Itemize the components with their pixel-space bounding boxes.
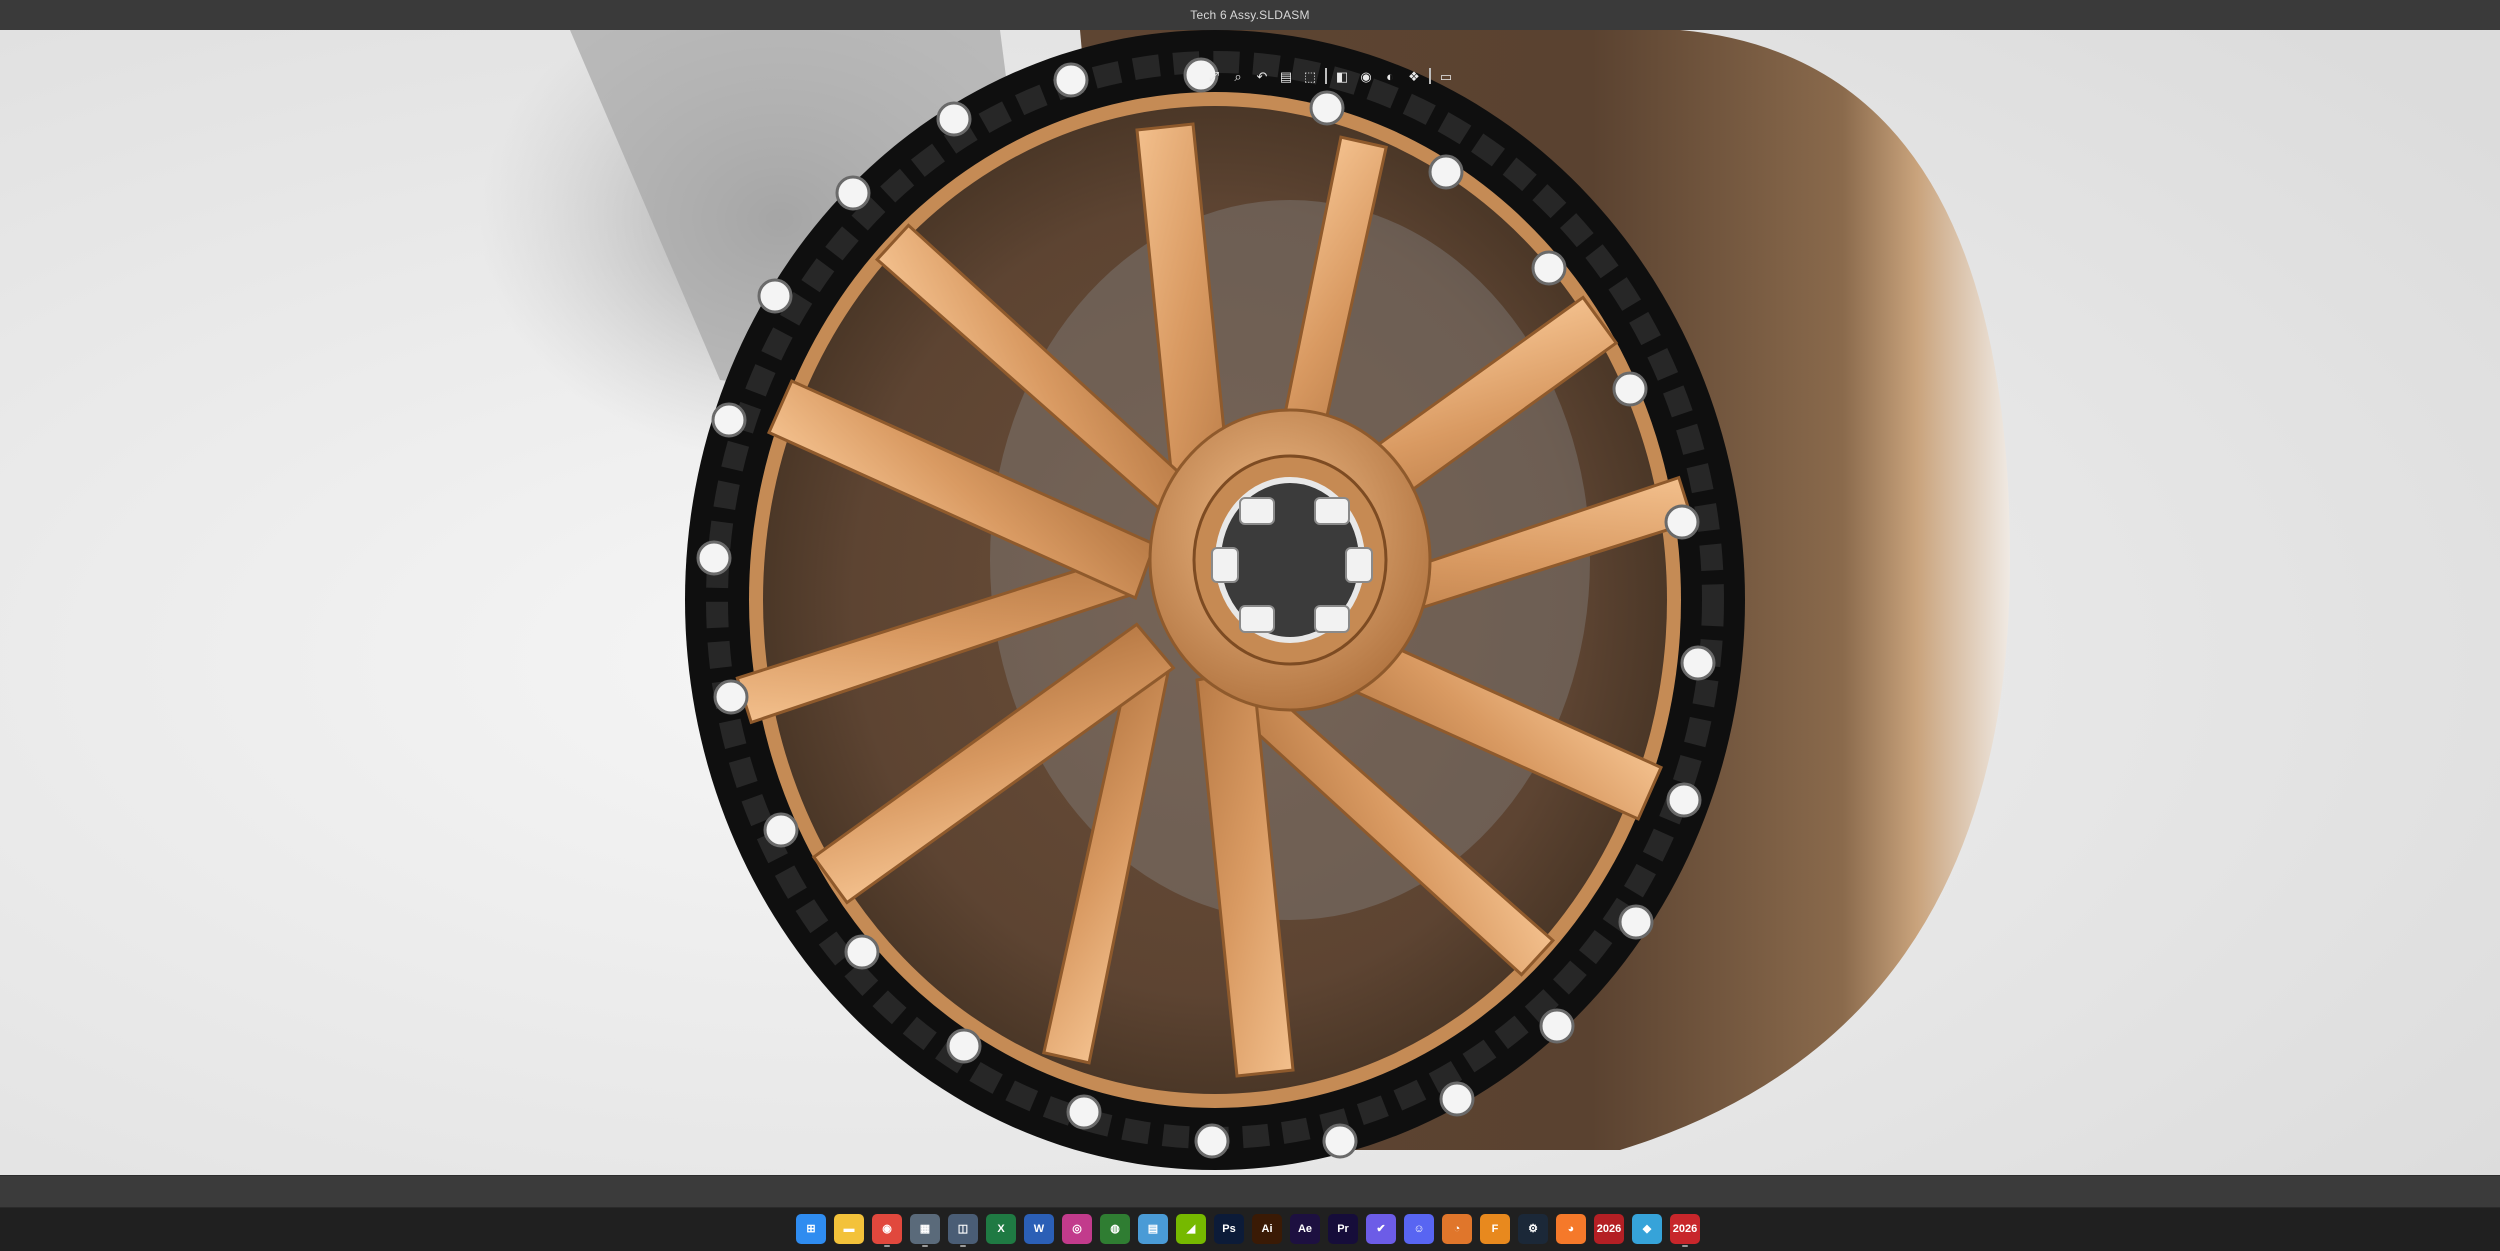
excel-label: X <box>997 1222 1005 1235</box>
start-label: ⊞ <box>806 1222 816 1235</box>
solidworks-2026-active-icon[interactable]: 2026 <box>1670 1214 1700 1247</box>
chrome-icon[interactable]: ◉ <box>872 1214 902 1247</box>
display-style-icon[interactable]: ◧ <box>1333 67 1351 85</box>
messenger-label: ✔ <box>1376 1222 1386 1235</box>
apply-scene-icon[interactable]: ❖ <box>1405 67 1423 85</box>
status-bar <box>0 1175 2500 1208</box>
excel-icon[interactable]: X <box>986 1214 1016 1244</box>
calculator-icon[interactable]: ▦ <box>910 1214 940 1247</box>
solidworks-2026-label: 2026 <box>1596 1222 1622 1235</box>
solidworks-2026-icon[interactable]: 2026 <box>1594 1214 1624 1244</box>
cube-app-icon[interactable]: ◆ <box>1632 1214 1662 1244</box>
window-title: Tech 6 Assy.SLDASM <box>1190 8 1310 22</box>
nvidia-label: ◢ <box>1186 1222 1196 1235</box>
taskbar: ⊞ ▬ ◉ ▦ ◫ X W ◎ ◍ ▤ ◢ Ps Ai Ae Pr ✔ ☺ ◔ F ⚙ ◕ 2026 ◆ 2026 <box>0 1207 2500 1251</box>
edit-appearance-icon[interactable]: ◐ <box>1381 67 1399 85</box>
fusion-label: F <box>1491 1222 1499 1235</box>
photoshop-label: Ps <box>1222 1222 1236 1235</box>
taskbar-icons: ⊞ ▬ ◉ ▦ ◫ X W ◎ ◍ ▤ ◢ Ps Ai Ae Pr ✔ ☺ ◔ F ⚙ ◕ 2026 ◆ 2026 <box>796 1214 1700 1247</box>
running-indicator <box>1682 1245 1688 1247</box>
hide-show-items-icon[interactable]: ◉ <box>1357 67 1375 85</box>
photoshop-icon[interactable]: Ps <box>1214 1214 1244 1244</box>
file-explorer-icon[interactable]: ▬ <box>834 1214 864 1244</box>
fusion-icon[interactable]: F <box>1480 1214 1510 1244</box>
store-label: ◫ <box>957 1222 969 1235</box>
blender-app-icon[interactable]: ◔ <box>1442 1214 1472 1244</box>
calculator-label: ▦ <box>919 1222 931 1235</box>
toolbar-separator <box>1325 68 1327 84</box>
steam-icon[interactable]: ⚙ <box>1518 1214 1548 1244</box>
word-label: W <box>1033 1222 1045 1235</box>
cube-app-label: ◆ <box>1642 1222 1652 1235</box>
view-orientation-icon[interactable]: ⬚ <box>1301 67 1319 85</box>
wheel-model[interactable] <box>0 30 2500 1175</box>
after-effects-label: Ae <box>1297 1222 1313 1235</box>
photos-label: ◎ <box>1072 1222 1082 1235</box>
title-bar: Tech 6 Assy.SLDASM <box>0 0 2500 31</box>
running-indicator <box>960 1245 966 1247</box>
blender-icon[interactable]: ◕ <box>1556 1214 1586 1244</box>
messenger-icon[interactable]: ✔ <box>1366 1214 1396 1244</box>
blender-app-label: ◔ <box>1453 1222 1461 1235</box>
notepad-label: ▤ <box>1147 1222 1159 1235</box>
heads-up-view-toolbar: ⤢ ⌕ ↶ ▤ ⬚ ◧ ◉ ◐ ❖ ▭ <box>1205 63 1455 89</box>
solidworks-2026-active-label: 2026 <box>1672 1222 1698 1235</box>
section-view-icon[interactable]: ▤ <box>1277 67 1295 85</box>
word-icon[interactable]: W <box>1024 1214 1054 1244</box>
view-settings-icon[interactable]: ▭ <box>1437 67 1455 85</box>
illustrator-icon[interactable]: Ai <box>1252 1214 1282 1244</box>
store-icon[interactable]: ◫ <box>948 1214 978 1247</box>
zoom-to-area-icon[interactable]: ⌕ <box>1229 67 1247 85</box>
notepad-icon[interactable]: ▤ <box>1138 1214 1168 1244</box>
graphics-viewport[interactable]: ⤢ ⌕ ↶ ▤ ⬚ ◧ ◉ ◐ ❖ ▭ <box>0 30 2500 1175</box>
premiere-label: Pr <box>1337 1222 1349 1235</box>
zoom-to-fit-icon[interactable]: ⤢ <box>1205 67 1223 85</box>
photos-icon[interactable]: ◎ <box>1062 1214 1092 1244</box>
start-button[interactable]: ⊞ <box>796 1214 826 1244</box>
after-effects-icon[interactable]: Ae <box>1290 1214 1320 1244</box>
running-indicator <box>922 1245 928 1247</box>
xbox-icon[interactable]: ◍ <box>1100 1214 1130 1244</box>
chrome-label: ◉ <box>882 1222 892 1235</box>
previous-view-icon[interactable]: ↶ <box>1253 67 1271 85</box>
file-explorer-label: ▬ <box>843 1222 855 1235</box>
discord-icon[interactable]: ☺ <box>1404 1214 1434 1244</box>
discord-label: ☺ <box>1413 1222 1425 1235</box>
premiere-icon[interactable]: Pr <box>1328 1214 1358 1244</box>
steam-label: ⚙ <box>1528 1222 1538 1235</box>
nvidia-icon[interactable]: ◢ <box>1176 1214 1206 1244</box>
running-indicator <box>884 1245 890 1247</box>
blender-label: ◕ <box>1567 1222 1575 1235</box>
xbox-label: ◍ <box>1110 1222 1120 1235</box>
illustrator-label: Ai <box>1261 1222 1273 1235</box>
toolbar-separator <box>1429 68 1431 84</box>
